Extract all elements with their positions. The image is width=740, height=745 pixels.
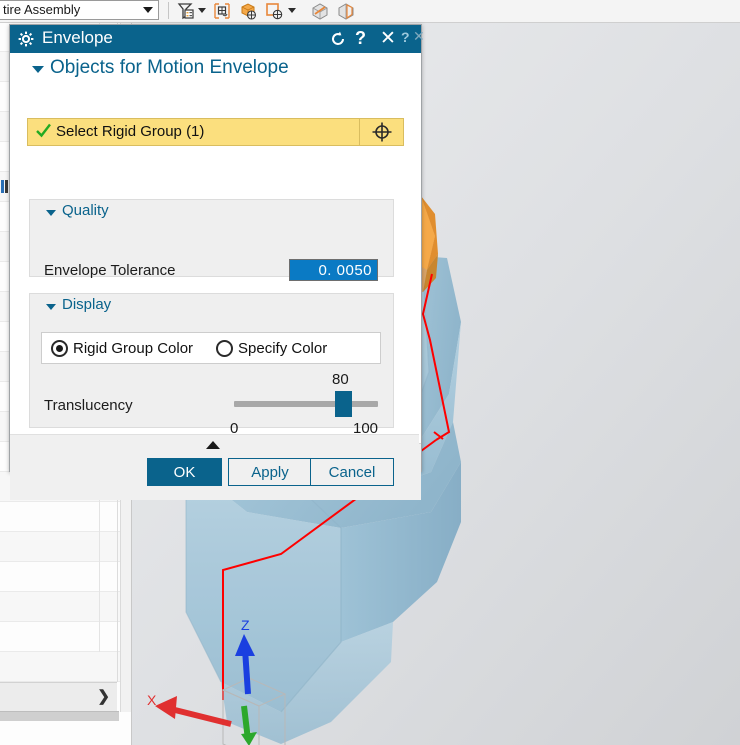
reset-icon[interactable] (329, 30, 347, 53)
envelope-tolerance-input[interactable]: 0. 0050 (289, 259, 378, 281)
create-rigid-group-icon[interactable] (264, 1, 284, 21)
assembly-navigator-icon[interactable] (176, 1, 196, 21)
select-target-icon[interactable] (359, 119, 403, 145)
translucency-slider-thumb[interactable] (335, 391, 352, 417)
radio-rigid-group-color-label: Rigid Group Color (73, 340, 194, 357)
close-icon[interactable]: ✕ (380, 27, 396, 50)
section-cube-icon[interactable] (310, 1, 330, 21)
collapse-triangle-icon[interactable] (46, 304, 56, 310)
translucency-value: 80 (332, 371, 349, 388)
color-mode-radio-group[interactable]: Rigid Group Color Specify Color (41, 332, 381, 364)
dialog-collapse-bar[interactable] (10, 434, 419, 454)
collapse-up-icon[interactable] (206, 441, 220, 449)
triad-x-label: X (147, 692, 157, 708)
underlying-help-icon[interactable]: ? (401, 29, 410, 45)
translucency-label: Translucency (44, 397, 133, 414)
chevron-down-icon[interactable] (288, 8, 296, 13)
horizontal-scrollbar[interactable] (0, 711, 119, 721)
dialog-title: Envelope (42, 28, 113, 47)
expand-right-chevron-icon[interactable]: ❯ (97, 687, 110, 705)
subsection-quality-label: Quality (62, 202, 109, 219)
assembly-scope-selector[interactable]: tire Assembly (0, 0, 159, 20)
cancel-button[interactable]: Cancel (310, 458, 394, 486)
radio-selected-dot (56, 345, 63, 352)
envelope-tolerance-label: Envelope Tolerance (44, 262, 176, 279)
navigator-footer[interactable]: ❯ (0, 682, 117, 712)
radio-specify-color[interactable] (216, 340, 233, 357)
clip-section-icon[interactable] (336, 1, 356, 21)
triad-z-label: Z (241, 617, 250, 633)
navigator-row[interactable] (0, 652, 131, 682)
radio-specify-color-label: Specify Color (238, 340, 328, 357)
chevron-down-icon[interactable] (198, 8, 206, 13)
radio-rigid-group-color[interactable] (51, 340, 68, 357)
chevron-down-icon[interactable] (143, 7, 153, 13)
subsection-display-label: Display (62, 296, 112, 313)
navigator-row[interactable] (0, 532, 131, 562)
select-rigid-group-label: Select Rigid Group (1) (56, 123, 205, 140)
subsection-quality[interactable]: Quality (30, 200, 393, 228)
add-component-icon[interactable] (238, 1, 258, 21)
gear-icon (18, 31, 34, 47)
move-component-icon[interactable] (212, 1, 232, 21)
underlying-close-icon[interactable]: ✕ (413, 28, 425, 45)
toolbar-separator (168, 2, 169, 19)
apply-button[interactable]: Apply (228, 458, 312, 486)
assembly-scope-value: tire Assembly (3, 2, 81, 17)
navigator-row[interactable] (0, 562, 131, 592)
envelope-tolerance-value: 0. 0050 (318, 262, 372, 279)
section-objects-for-motion-envelope[interactable]: Objects for Motion Envelope (10, 53, 421, 87)
navigator-row[interactable] (0, 592, 131, 622)
translucency-slider-track[interactable] (234, 401, 378, 407)
select-rigid-group-row[interactable]: Select Rigid Group (1) (27, 118, 404, 146)
ok-button[interactable]: OK (147, 458, 222, 486)
top-toolbar: tire Assembly (0, 0, 740, 23)
check-icon (36, 123, 51, 138)
dialog-button-bar: OK Apply Cancel (10, 452, 421, 500)
collapse-triangle-icon[interactable] (32, 66, 44, 73)
envelope-dialog[interactable]: Envelope ? ✕ ? ✕ Objects for Motion Enve… (9, 24, 425, 500)
navigator-row[interactable] (0, 622, 131, 652)
navigator-row[interactable] (0, 502, 131, 532)
dialog-titlebar[interactable]: Envelope ? ✕ ? ✕ (10, 25, 425, 53)
collapse-triangle-icon[interactable] (46, 210, 56, 216)
section-objects-label: Objects for Motion Envelope (50, 57, 289, 78)
help-icon[interactable]: ? (355, 28, 366, 49)
subsection-display[interactable]: Display (30, 294, 393, 322)
dialog-body: Objects for Motion Envelope Select Rigid… (10, 53, 421, 444)
